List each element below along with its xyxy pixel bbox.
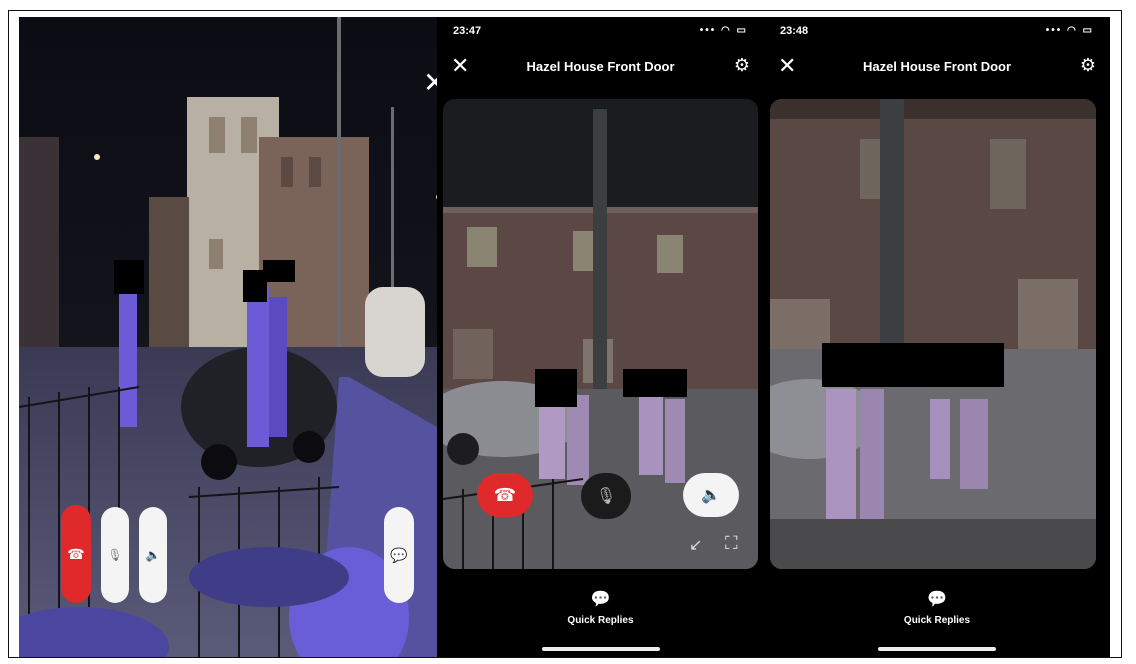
- landscape-video-panel: ✕ ☎ 🎙 🔈 💬: [19, 17, 437, 657]
- end-call-button[interactable]: ☎: [61, 505, 91, 603]
- gear-icon[interactable]: ⚙: [734, 55, 750, 76]
- quick-replies-label: Quick Replies: [567, 615, 634, 626]
- call-header: ✕ Hazel House Front Door ⚙: [437, 51, 764, 91]
- collapse-icon[interactable]: ↙: [689, 535, 702, 555]
- end-call-button[interactable]: ☎: [477, 473, 533, 517]
- device-title: Hazel House Front Door: [526, 59, 675, 74]
- live-video: [770, 99, 1096, 569]
- fullscreen-icon[interactable]: ⛶: [725, 533, 738, 554]
- status-time: 23:48: [780, 25, 809, 37]
- redaction-box: [822, 343, 1004, 387]
- screenshot-frame: ✕ ☎ 🎙 🔈 💬 23:47 ••• ◠ ▭ ✕ Hazel House Fr…: [8, 10, 1122, 658]
- speaker-button[interactable]: 🔈: [683, 473, 739, 517]
- status-bar: 23:48 ••• ◠ ▭: [764, 23, 1110, 43]
- close-icon[interactable]: ✕: [778, 55, 796, 77]
- redaction-box: [535, 369, 577, 407]
- close-icon[interactable]: ✕: [423, 69, 437, 97]
- status-bar: 23:47 ••• ◠ ▭: [437, 23, 764, 43]
- quick-reply-button[interactable]: 💬: [384, 507, 414, 603]
- quick-replies-label: Quick Replies: [903, 615, 971, 626]
- white-car: [365, 287, 425, 377]
- home-indicator: [878, 647, 996, 651]
- phone-screen-2347: 23:47 ••• ◠ ▭ ✕ Hazel House Front Door ⚙: [437, 17, 764, 657]
- video-frame-scene: [770, 99, 1096, 569]
- live-video: ☎ 🎙 🔈 ↙ ⛶: [443, 99, 758, 569]
- device-title: Hazel House Front Door: [862, 59, 1012, 74]
- speaker-button[interactable]: 🔈: [139, 507, 167, 603]
- mute-button[interactable]: 🎙: [101, 507, 129, 603]
- home-indicator: [541, 647, 660, 651]
- quick-replies-button[interactable]: 💬 Quick Replies: [764, 589, 1110, 626]
- quick-replies-button[interactable]: 💬 Quick Replies: [437, 589, 764, 626]
- chat-icon: 💬: [927, 591, 947, 608]
- redaction-box: [114, 260, 144, 294]
- status-icons: ••• ◠ ▭: [699, 25, 748, 36]
- close-icon[interactable]: ✕: [451, 55, 469, 77]
- redaction-box: [263, 260, 295, 282]
- redaction-box: [623, 369, 687, 397]
- status-time: 23:47: [453, 25, 482, 37]
- mute-button[interactable]: 🎙: [581, 473, 631, 519]
- chat-icon: 💬: [590, 591, 611, 608]
- call-header: ✕ Hazel House Front Door ⚙: [764, 51, 1110, 91]
- gear-icon[interactable]: ⚙: [1080, 55, 1096, 76]
- phone-screen-2348: 23:48 ••• ◠ ▭ ✕ Hazel House Front Door ⚙: [764, 17, 1110, 657]
- status-icons: ••• ◠ ▭: [1045, 25, 1094, 36]
